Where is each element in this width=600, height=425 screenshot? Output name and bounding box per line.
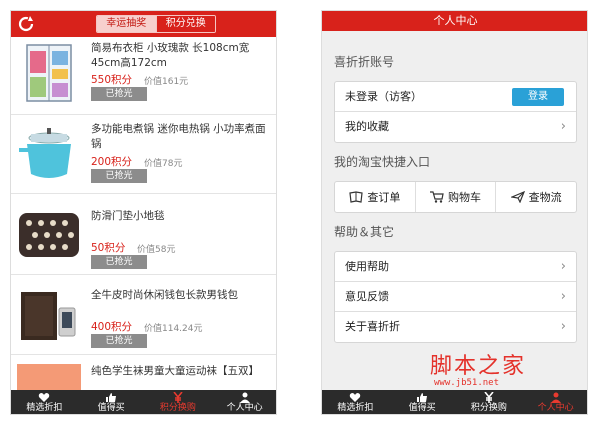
- item-value: 价值114.24元: [144, 324, 203, 334]
- item-value: 价值161元: [144, 77, 189, 87]
- order-book-icon: [349, 191, 363, 203]
- tab-label: 个人中心: [226, 403, 263, 413]
- track-shipping-label: 查物流: [528, 191, 562, 204]
- login-status-text: 未登录（访客）: [345, 90, 422, 103]
- tab-points-purchase[interactable]: 积分换购: [145, 390, 212, 414]
- shopping-cart-button[interactable]: 购物车: [416, 182, 497, 212]
- item-points: 200积分: [91, 156, 133, 168]
- product-list[interactable]: 简易布衣柜 小玫瑰款 长108cm宽45cm高172cm 550积分 价值161…: [11, 37, 276, 390]
- item-points: 50积分: [91, 242, 126, 254]
- tab-label: 积分换购: [470, 403, 507, 413]
- segmented-tabs: 幸运抽奖 积分兑换: [96, 15, 216, 33]
- yen-icon: [173, 392, 183, 403]
- login-button[interactable]: 登录: [512, 88, 564, 106]
- tab-label: 值得买: [408, 403, 436, 413]
- login-status-row: 未登录（访客） 登录: [335, 82, 576, 112]
- chevron-right-icon: ›: [560, 319, 566, 334]
- electric-pot-image: [19, 128, 71, 178]
- list-item[interactable]: 全牛皮时尚休闲钱包长款男钱包 400积分 价值114.24元 已抢光: [11, 276, 276, 355]
- points-exchange-screen: 幸运抽奖 积分兑换 简易布衣柜 小玫瑰款 长108cm宽45cm高172cm 5…: [10, 10, 277, 415]
- site-watermark: 脚本之家 www.jb51.net: [430, 348, 580, 398]
- check-orders-label: 查订单: [367, 191, 401, 204]
- screenshot-stage: 幸运抽奖 积分兑换 简易布衣柜 小玫瑰款 长108cm宽45cm高172cm 5…: [0, 0, 600, 425]
- chevron-right-icon: ›: [560, 289, 566, 304]
- item-title: 多功能电煮锅 迷你电热锅 小功率煮面锅: [91, 123, 266, 150]
- refresh-icon[interactable]: [17, 15, 35, 33]
- socks-image: [17, 364, 81, 390]
- account-card: 未登录（访客） 登录 我的收藏 ›: [334, 81, 577, 143]
- item-points: 550积分: [91, 74, 133, 86]
- favorites-row[interactable]: 我的收藏 ›: [335, 112, 576, 142]
- quick-entry-row: 查订单 购物车 查物流: [335, 182, 576, 212]
- tab-lucky-draw[interactable]: 幸运抽奖: [97, 16, 156, 32]
- heart-icon: [350, 393, 361, 402]
- paper-plane-icon: [510, 191, 525, 203]
- list-item[interactable]: 纯色学生袜男童大童运动袜【五双】: [11, 356, 276, 390]
- sold-out-badge: 已抢光: [91, 87, 147, 101]
- door-mat-image: [19, 213, 79, 257]
- help-card: 使用帮助 › 意见反馈 › 关于喜折折 ›: [334, 251, 577, 343]
- about-row[interactable]: 关于喜折折 ›: [335, 312, 576, 342]
- list-item[interactable]: 多功能电煮锅 迷你电热锅 小功率煮面锅 200积分 价值78元 已抢光: [11, 116, 276, 194]
- watermark-url: www.jb51.net: [434, 378, 500, 388]
- section-title-taobao: 我的淘宝快捷入口: [334, 155, 431, 169]
- item-value: 价值58元: [137, 245, 176, 255]
- watermark-title: 脚本之家: [430, 354, 527, 379]
- thumbs-up-icon: [417, 393, 428, 402]
- favorites-label: 我的收藏: [345, 120, 389, 133]
- usage-help-label: 使用帮助: [345, 260, 389, 273]
- item-value: 价值78元: [144, 159, 183, 169]
- item-title: 简易布衣柜 小玫瑰款 长108cm宽45cm高172cm: [91, 42, 250, 69]
- check-orders-button[interactable]: 查订单: [335, 182, 416, 212]
- top-bar: 幸运抽奖 积分兑换: [11, 11, 276, 37]
- page-title: 个人中心: [322, 11, 587, 31]
- tab-personal-center[interactable]: 个人中心: [211, 390, 276, 414]
- wallet-image: [21, 292, 76, 340]
- tab-label: 个人中心: [537, 403, 574, 413]
- taobao-quick-card: 查订单 购物车 查物流: [334, 181, 577, 213]
- chevron-right-icon: ›: [560, 259, 566, 274]
- feedback-label: 意见反馈: [345, 290, 389, 303]
- list-item[interactable]: 简易布衣柜 小玫瑰款 长108cm宽45cm高172cm 550积分 价值161…: [11, 37, 276, 115]
- tab-featured-discount[interactable]: 精选折扣: [11, 390, 78, 414]
- section-title-account: 喜折折账号: [334, 55, 395, 69]
- track-shipping-button[interactable]: 查物流: [496, 182, 576, 212]
- tab-label: 值得买: [97, 403, 125, 413]
- tab-label: 积分换购: [159, 403, 196, 413]
- tab-worth-buying[interactable]: 值得买: [78, 390, 145, 414]
- tab-featured-discount[interactable]: 精选折扣: [322, 390, 389, 414]
- item-title: 纯色学生袜男童大童运动袜【五双】: [91, 365, 259, 377]
- tab-points-exchange[interactable]: 积分兑换: [155, 16, 215, 32]
- sold-out-badge: 已抢光: [91, 255, 147, 269]
- heart-icon: [39, 393, 50, 402]
- chevron-right-icon: ›: [560, 119, 566, 134]
- item-title: 全牛皮时尚休闲钱包长款男钱包: [91, 289, 238, 301]
- about-label: 关于喜折折: [345, 320, 400, 333]
- wardrobe-image: [26, 44, 72, 102]
- thumbs-up-icon: [106, 393, 117, 402]
- sold-out-badge: 已抢光: [91, 334, 147, 348]
- sold-out-badge: 已抢光: [91, 169, 147, 183]
- shopping-cart-label: 购物车: [448, 191, 481, 204]
- list-item[interactable]: 防滑门垫小地毯 50积分 价值58元 已抢光: [11, 195, 276, 275]
- cart-icon: [430, 191, 444, 203]
- feedback-row[interactable]: 意见反馈 ›: [335, 282, 576, 312]
- usage-help-row[interactable]: 使用帮助 ›: [335, 252, 576, 282]
- section-title-help: 帮助＆其它: [334, 225, 395, 239]
- tab-label: 精选折扣: [26, 403, 63, 413]
- item-points: 400积分: [91, 321, 133, 333]
- person-icon: [239, 392, 250, 403]
- item-title: 防滑门垫小地毯: [91, 210, 165, 222]
- tab-label: 精选折扣: [337, 403, 374, 413]
- bottom-tab-bar: 精选折扣 值得买 积分换购 个人中心: [11, 390, 276, 414]
